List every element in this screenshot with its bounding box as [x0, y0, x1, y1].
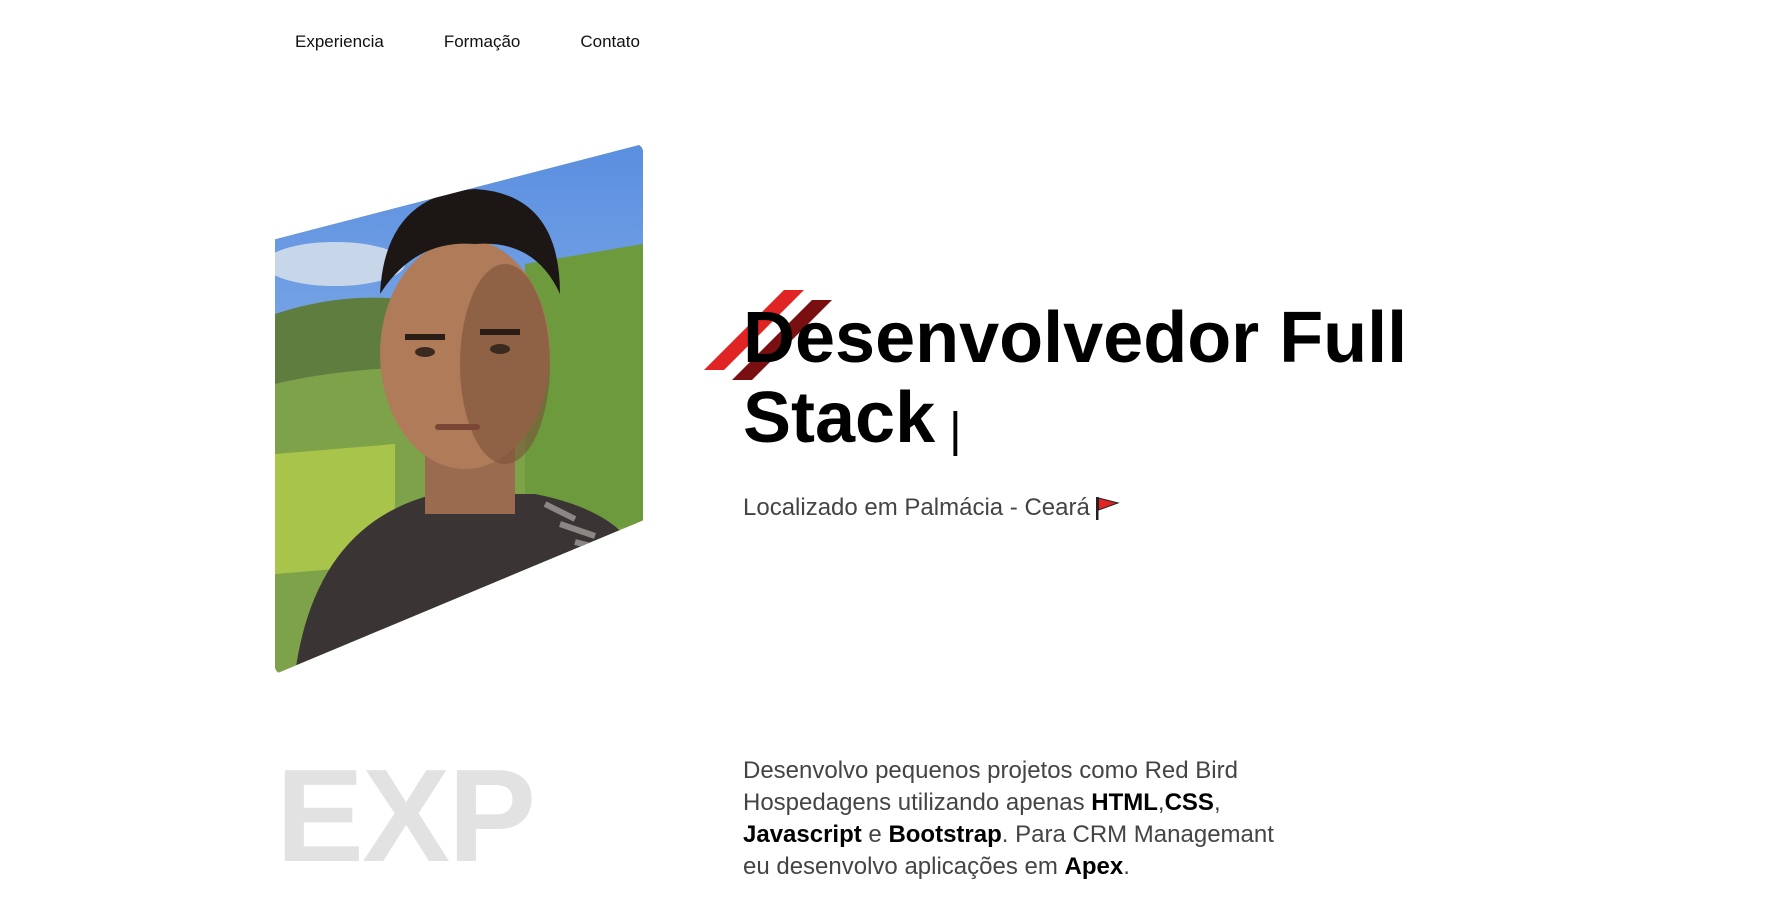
- typing-caret: |: [949, 404, 962, 457]
- profile-photo: [275, 144, 643, 674]
- page: Experiencia Formação Contato Desenvolved…: [0, 0, 1787, 899]
- experience-section-title-next-line: [276, 895, 496, 899]
- nav-link-contato[interactable]: Contato: [580, 28, 640, 56]
- hero-title: Desenvolvedor Full Stack |: [743, 298, 1463, 471]
- nav-link-formacao[interactable]: Formação: [444, 28, 521, 56]
- location-text: Localizado em Palmácia - Ceará: [743, 494, 1090, 521]
- location-line: Localizado em Palmácia - Ceará: [743, 492, 1120, 524]
- nav-link-experiencia[interactable]: Experiencia: [295, 28, 384, 56]
- tech-html: HTML: [1091, 789, 1158, 816]
- top-nav: Experiencia Formação Contato: [295, 28, 700, 56]
- tech-javascript: Javascript: [743, 821, 862, 848]
- experience-section-title: EXP: [276, 742, 536, 889]
- tech-apex: Apex: [1064, 853, 1124, 880]
- profile-photo-image: [275, 144, 643, 674]
- red-flag-icon: [1095, 497, 1120, 520]
- tech-css: CSS: [1164, 789, 1214, 816]
- tech-bootstrap: Bootstrap: [888, 821, 1002, 848]
- experience-description: Desenvolvo pequenos projetos como Red Bi…: [743, 757, 1274, 880]
- hero-title-text: Desenvolvedor Full Stack: [743, 298, 1408, 458]
